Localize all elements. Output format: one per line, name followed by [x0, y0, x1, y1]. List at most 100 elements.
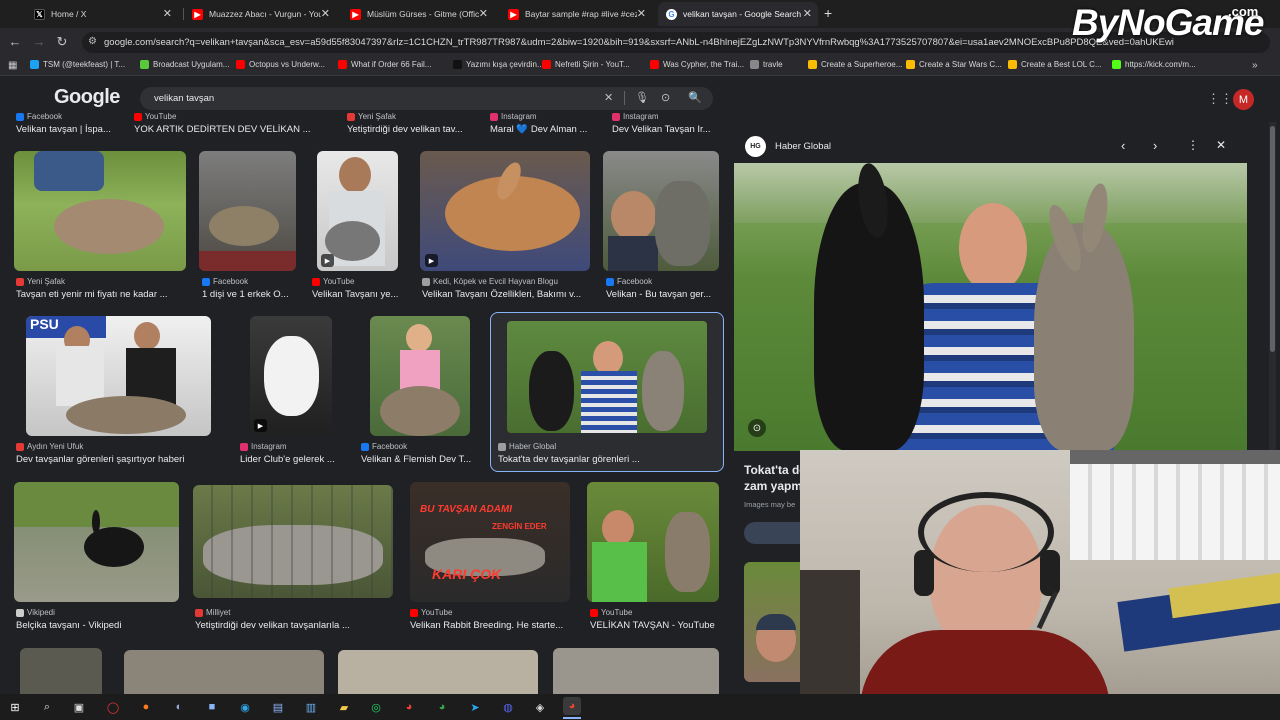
- rabbit-image-thumbnail[interactable]: [553, 648, 719, 694]
- rabbit-image-thumbnail[interactable]: [338, 650, 538, 694]
- close-icon[interactable]: ✕: [803, 7, 812, 20]
- previous-icon[interactable]: ‹: [1121, 138, 1125, 153]
- tab-google-search[interactable]: G velikan tavşan - Google Search ✕: [658, 2, 818, 26]
- result-caption[interactable]: Lider Club'e gelerek ...: [240, 454, 340, 465]
- result-caption[interactable]: Velikan Tavşanı ye...: [312, 289, 404, 300]
- bookmark-item[interactable]: What if Order 66 Fail...: [338, 60, 431, 69]
- search-icon[interactable]: 🔍: [688, 91, 702, 104]
- result-caption[interactable]: Dev Velikan Tavşan Ir...: [612, 124, 720, 135]
- result-caption[interactable]: YOK ARTIK DEDİRTEN DEV VELİKAN ...: [134, 124, 334, 135]
- result-caption[interactable]: Velikan tavşan | İspa...: [16, 124, 126, 135]
- rabbit-image-thumbnail[interactable]: [124, 650, 324, 694]
- result-caption[interactable]: Velikan Tavşanı Özellikleri, Bakımı v...: [422, 289, 592, 300]
- app-icon[interactable]: ▥: [302, 698, 320, 716]
- rabbit-image-thumbnail[interactable]: [14, 482, 179, 602]
- related-image-thumbnail[interactable]: [744, 562, 800, 682]
- chrome-icon[interactable]: ◕: [400, 698, 418, 716]
- app-icon[interactable]: ◈: [531, 698, 549, 716]
- result-caption[interactable]: VELİKAN TAVŞAN - YouTube: [590, 620, 722, 631]
- rabbit-image-thumbnail[interactable]: BU TAVŞAN ADAMI ZENGİN EDER KARI ÇOK: [410, 482, 570, 602]
- file-explorer-icon[interactable]: ▰: [335, 698, 353, 716]
- close-icon[interactable]: ✕: [479, 7, 488, 20]
- result-caption[interactable]: Yetiştirdiği dev velikan tav...: [347, 124, 477, 135]
- app-icon[interactable]: ▤: [269, 698, 287, 716]
- site-info-icon[interactable]: ⚙: [88, 36, 97, 47]
- search-icon[interactable]: ⌕: [38, 698, 56, 716]
- forward-icon[interactable]: →: [30, 34, 48, 49]
- result-caption[interactable]: Tokat'ta dev tavşanlar görenleri ...: [498, 454, 648, 465]
- rabbit-image-thumbnail[interactable]: ▶: [317, 151, 398, 271]
- windows-start-icon[interactable]: ⊞: [6, 698, 24, 716]
- result-caption[interactable]: Yetiştirdiği dev velikan tavşanlarıla ..…: [195, 620, 395, 631]
- scrollbar-thumb[interactable]: [1270, 126, 1275, 352]
- panel-source[interactable]: Haber Global: [775, 141, 831, 152]
- bookmark-item[interactable]: https://kick.com/m...: [1112, 60, 1196, 69]
- result-caption[interactable]: Velikan - Bu tavşan ger...: [606, 289, 718, 300]
- rabbit-image-thumbnail[interactable]: ▶: [420, 151, 590, 271]
- bookmark-item[interactable]: Was Cypher, the Trai...: [650, 60, 744, 69]
- tab-youtube-vurgun[interactable]: ▶ Muazzez Abacı - Vurgun - YouT ✕: [184, 2, 336, 26]
- rabbit-image-thumbnail[interactable]: ▶: [250, 316, 332, 436]
- close-icon[interactable]: ✕: [163, 7, 172, 20]
- opera-icon[interactable]: ◯: [104, 698, 122, 716]
- bookmark-item[interactable]: Nefretli Şirin - YouT...: [542, 60, 630, 69]
- lens-search-icon[interactable]: ⊙: [748, 419, 766, 437]
- back-icon[interactable]: ←: [6, 34, 24, 49]
- close-icon[interactable]: ✕: [321, 7, 330, 20]
- tab-youtube-gitme[interactable]: ▶ Müslüm Gürses - Gitme (Offici ✕: [342, 2, 494, 26]
- rabbit-image-thumbnail[interactable]: PSU: [26, 316, 211, 436]
- result-caption[interactable]: Velikan & Flemish Dev T...: [361, 454, 473, 465]
- google-logo[interactable]: Google: [54, 86, 120, 109]
- bookmark-item[interactable]: Octopus vs Underw...: [236, 60, 325, 69]
- chrome-icon[interactable]: ◕: [433, 698, 451, 716]
- telegram-icon[interactable]: ➤: [466, 698, 484, 716]
- result-caption[interactable]: Dev tavşanlar görenleri şaşırtıyor haber…: [16, 454, 216, 465]
- panel-title[interactable]: Tokat'ta de: [744, 463, 800, 477]
- close-panel-icon[interactable]: ✕: [1216, 138, 1226, 152]
- apps-grid-icon[interactable]: ▦: [8, 60, 17, 71]
- chrome-icon[interactable]: ◕: [563, 697, 581, 715]
- new-tab-button[interactable]: +: [824, 5, 832, 21]
- lens-icon[interactable]: ⊙: [661, 91, 670, 104]
- rabbit-image-thumbnail[interactable]: [20, 648, 102, 694]
- more-options-icon[interactable]: ⋮: [1187, 138, 1199, 152]
- task-view-icon[interactable]: ▣: [70, 698, 88, 716]
- large-preview-image[interactable]: ⊙: [734, 163, 1247, 451]
- search-input[interactable]: velikan tavşan: [154, 93, 214, 104]
- visit-button[interactable]: [744, 522, 800, 544]
- close-icon[interactable]: ✕: [637, 7, 646, 20]
- rabbit-image-thumbnail[interactable]: [193, 485, 393, 598]
- whatsapp-icon[interactable]: ◎: [367, 698, 385, 716]
- tab-youtube-baytar[interactable]: ▶ Baytar sample #rap #live #ceza ✕: [500, 2, 652, 26]
- microphone-icon[interactable]: 🎙: [635, 91, 649, 104]
- rabbit-image-thumbnail[interactable]: [587, 482, 719, 602]
- rabbit-image-thumbnail[interactable]: [603, 151, 719, 271]
- bookmark-item[interactable]: travle: [750, 60, 783, 69]
- bookmark-item[interactable]: Create a Star Wars C...: [906, 60, 1002, 69]
- discord-icon[interactable]: ◍: [499, 698, 517, 716]
- result-caption[interactable]: Velikan Rabbit Breeding. He starte...: [410, 620, 570, 631]
- rabbit-image-thumbnail[interactable]: [14, 151, 186, 271]
- next-icon[interactable]: ›: [1153, 138, 1157, 153]
- clear-icon[interactable]: ✕: [604, 91, 613, 104]
- store-icon[interactable]: ■: [203, 698, 221, 716]
- app-icon[interactable]: ◐: [170, 698, 188, 716]
- rabbit-image-thumbnail[interactable]: [370, 316, 470, 436]
- reload-icon[interactable]: ↻: [53, 34, 71, 50]
- bookmark-item[interactable]: TSM (@teekfeast) | T...: [30, 60, 125, 69]
- bookmark-item[interactable]: Create a Best LOL C...: [1008, 60, 1102, 69]
- bookmark-item[interactable]: Broadcast Uygulam...: [140, 60, 229, 69]
- more-bookmarks-icon[interactable]: »: [1252, 60, 1258, 71]
- result-caption[interactable]: Maral 💙 Dev Alman ...: [490, 124, 595, 135]
- rabbit-image-thumbnail[interactable]: [199, 151, 296, 271]
- bookmark-item[interactable]: Yazımı kışa çevirdin...: [453, 60, 544, 69]
- edge-icon[interactable]: ◉: [236, 698, 254, 716]
- search-box[interactable]: [140, 87, 713, 110]
- result-caption[interactable]: Tavşan eti yenir mi fiyatı ne kadar ...: [16, 289, 188, 300]
- bookmark-item[interactable]: Create a Superheroe...: [808, 60, 902, 69]
- result-caption[interactable]: Belçika tavşanı - Vikipedi: [16, 620, 181, 631]
- panel-title[interactable]: zam yapm: [744, 479, 800, 493]
- result-caption[interactable]: 1 dişi ve 1 erkek O...: [202, 289, 296, 300]
- firefox-icon[interactable]: ●: [137, 698, 155, 716]
- account-avatar[interactable]: M: [1233, 89, 1254, 110]
